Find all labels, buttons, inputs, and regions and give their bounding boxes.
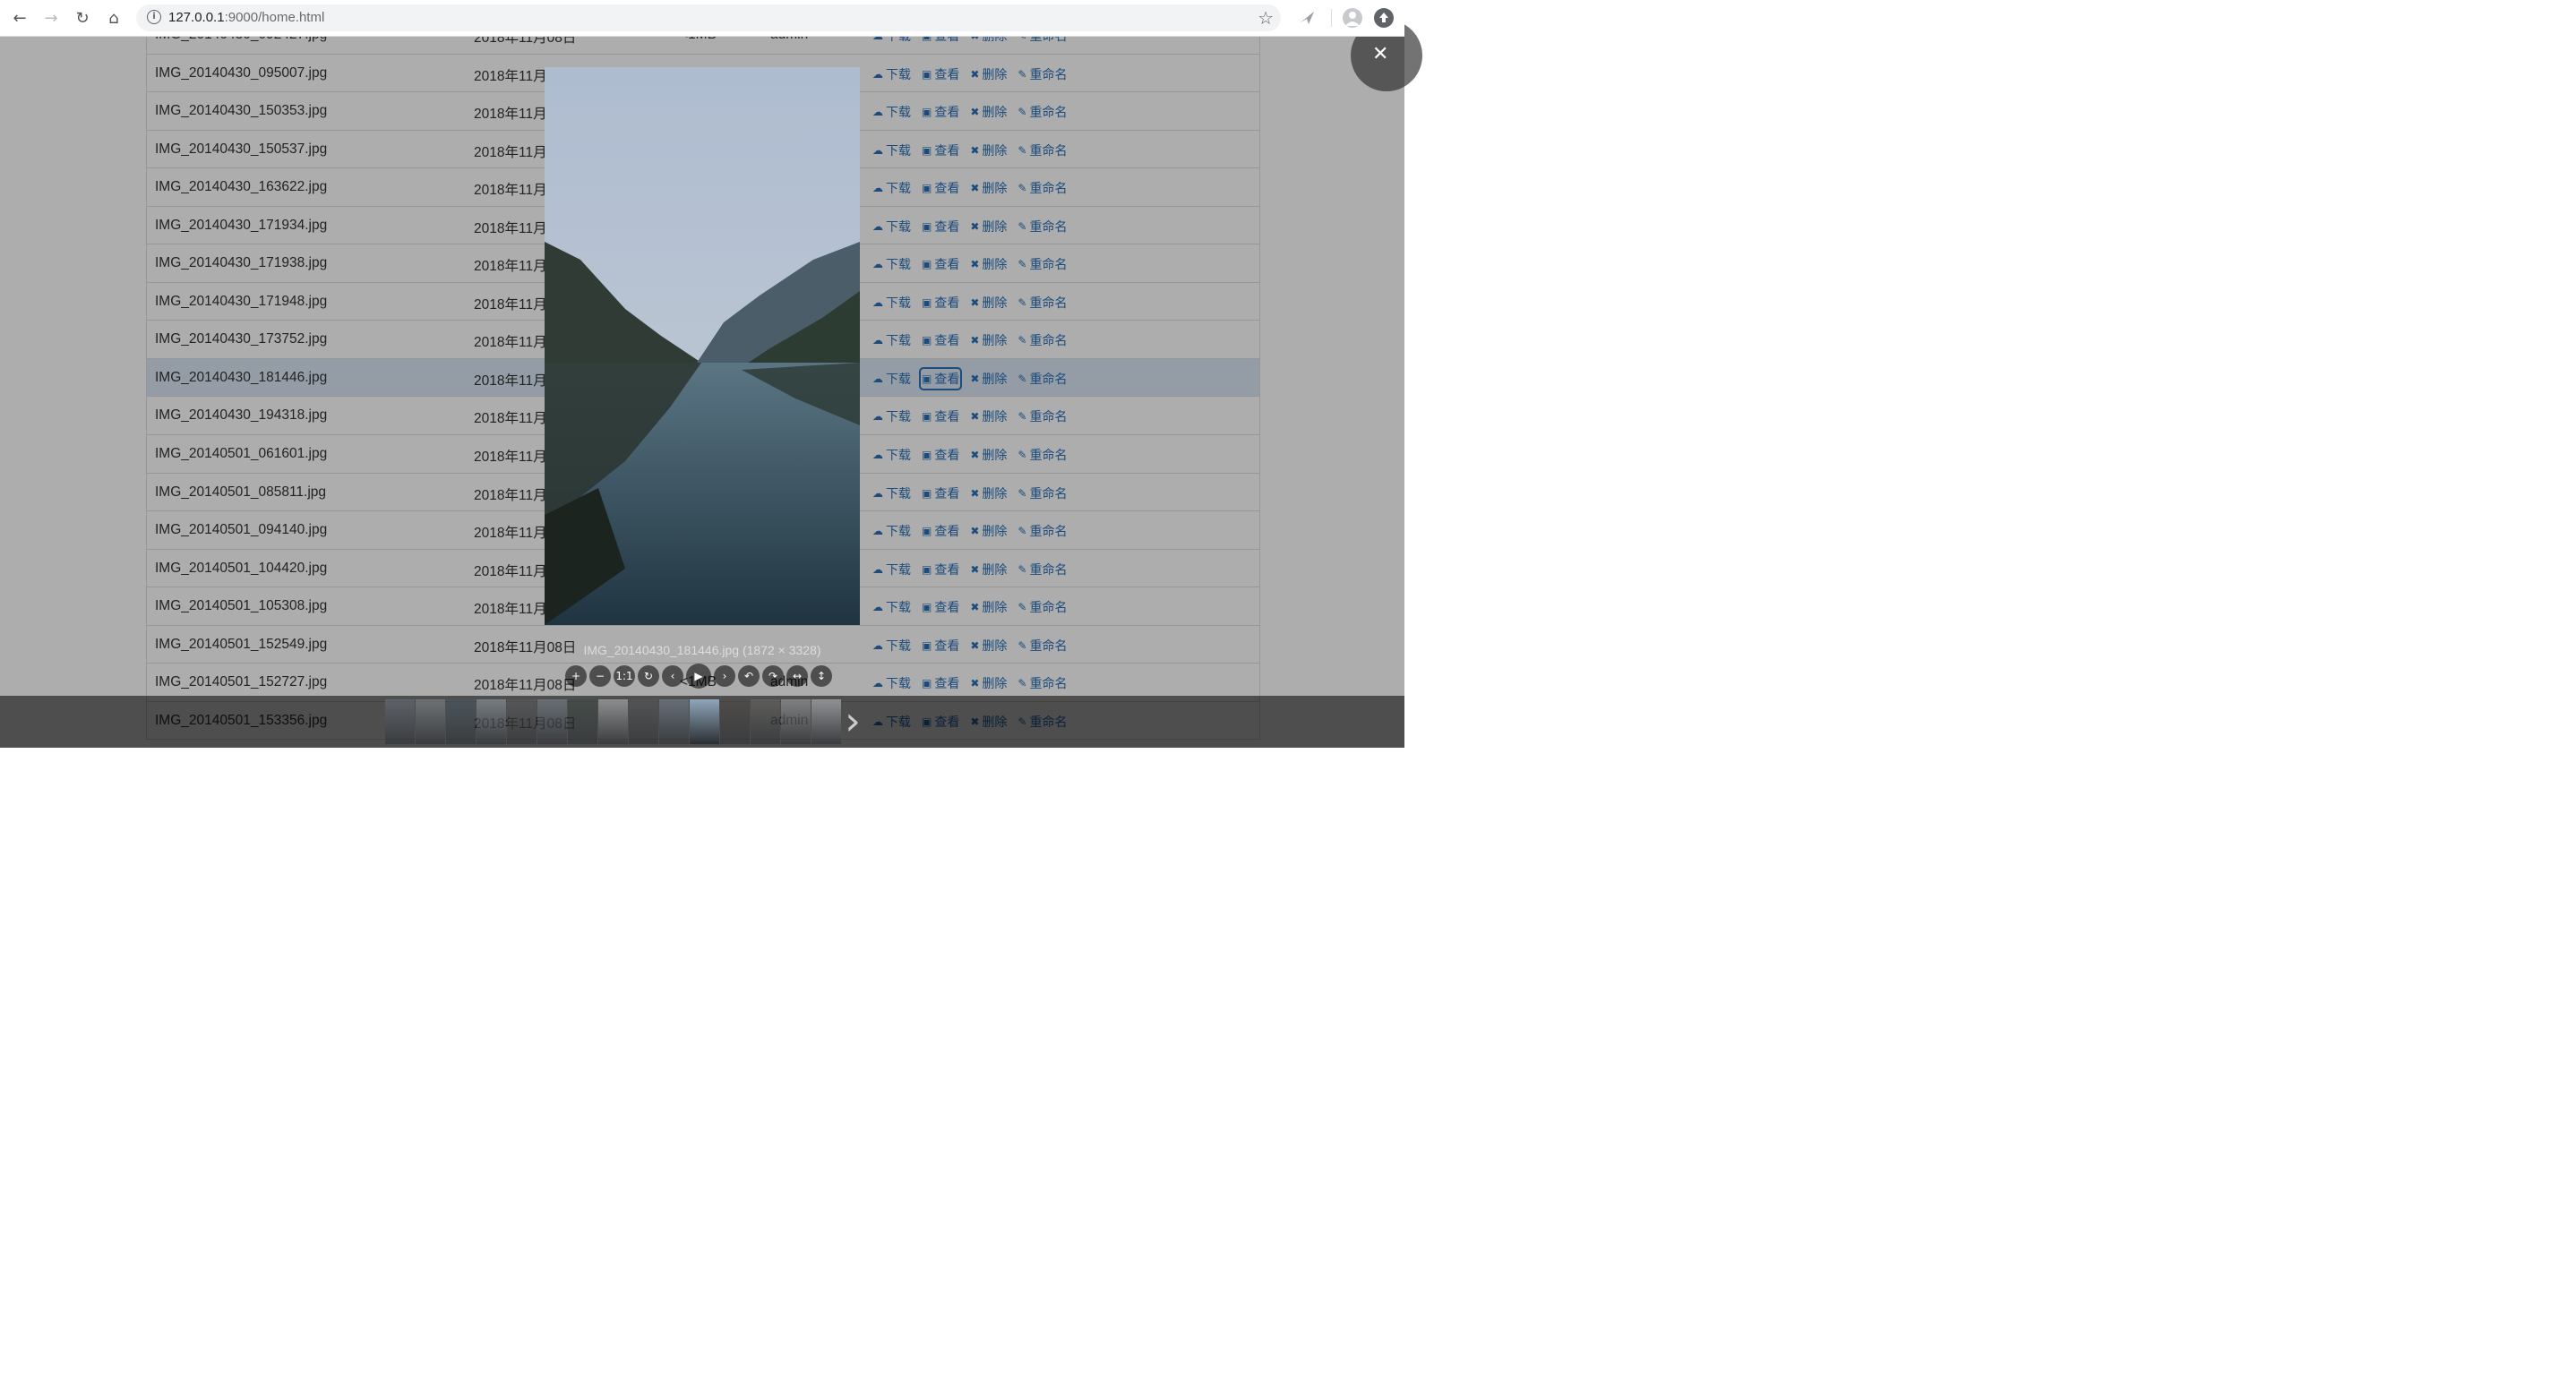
zoom-in-button[interactable]: + [565,665,587,687]
toolbar-divider [1331,9,1332,27]
rotate-left-button[interactable]: ↶ [738,665,760,687]
address-bar[interactable]: i 127.0.0.1:9000/home.html ☆ [136,4,1281,31]
thumbnail[interactable] [507,699,537,744]
rotate-right-button[interactable]: ↷ [762,665,784,687]
zoom-out-button[interactable]: − [589,665,611,687]
one-to-one-button[interactable]: 1:1 [614,665,635,687]
thumbnail[interactable] [751,699,780,744]
thumbnail[interactable] [629,699,658,744]
thumbnail[interactable] [598,699,628,744]
site-info-icon[interactable]: i [147,10,161,24]
viewer-image[interactable] [545,67,860,625]
viewer-caption: IMG_20140430_181446.jpg (1872 × 3328) [583,643,821,657]
bookmark-star-icon[interactable]: ☆ [1258,7,1274,29]
flip-vertical-button[interactable]: ↕ [811,665,832,687]
thumbnail[interactable] [537,699,567,744]
thumbnail[interactable] [416,699,445,744]
thumbnail-next-icon[interactable]: › [837,698,869,746]
thumbnail[interactable] [568,699,597,744]
thumbnail[interactable] [477,699,506,744]
url-path: :9000/home.html [224,10,325,25]
thumbnail[interactable] [385,699,415,744]
back-icon[interactable]: ← [9,7,30,29]
extension-icon[interactable] [1298,8,1318,28]
play-button[interactable]: ▶ [686,664,711,689]
forward-icon[interactable]: → [40,7,62,29]
viewer-toolbar: + −1:1 ↻ ‹ ▶ › ↶ ↷ ↔ ↕ [565,664,832,689]
url-text[interactable]: 127.0.0.1:9000/home.html [168,10,324,25]
close-icon: ✕ [1372,43,1389,65]
page-bottom-edge [0,748,1404,752]
profile-avatar[interactable] [1343,8,1362,28]
flip-horizontal-button[interactable]: ↔ [786,665,808,687]
thumbnail-strip [385,699,841,744]
reset-button[interactable]: ↻ [638,665,659,687]
prev-button[interactable]: ‹ [662,665,683,687]
update-icon[interactable] [1374,8,1394,28]
reload-icon[interactable]: ↻ [72,7,93,29]
url-host: 127.0.0.1 [168,10,225,25]
browser-toolbar: ← → ↻ ⌂ i 127.0.0.1:9000/home.html ☆ [0,0,1404,37]
thumbnail[interactable] [446,699,476,744]
thumbnail[interactable] [720,699,750,744]
thumbnail[interactable] [659,699,689,744]
next-button[interactable]: › [714,665,735,687]
thumbnail[interactable] [690,699,719,744]
thumbnail-navbar: › [0,696,1404,748]
home-icon[interactable]: ⌂ [103,7,125,29]
thumbnail[interactable] [781,699,811,744]
